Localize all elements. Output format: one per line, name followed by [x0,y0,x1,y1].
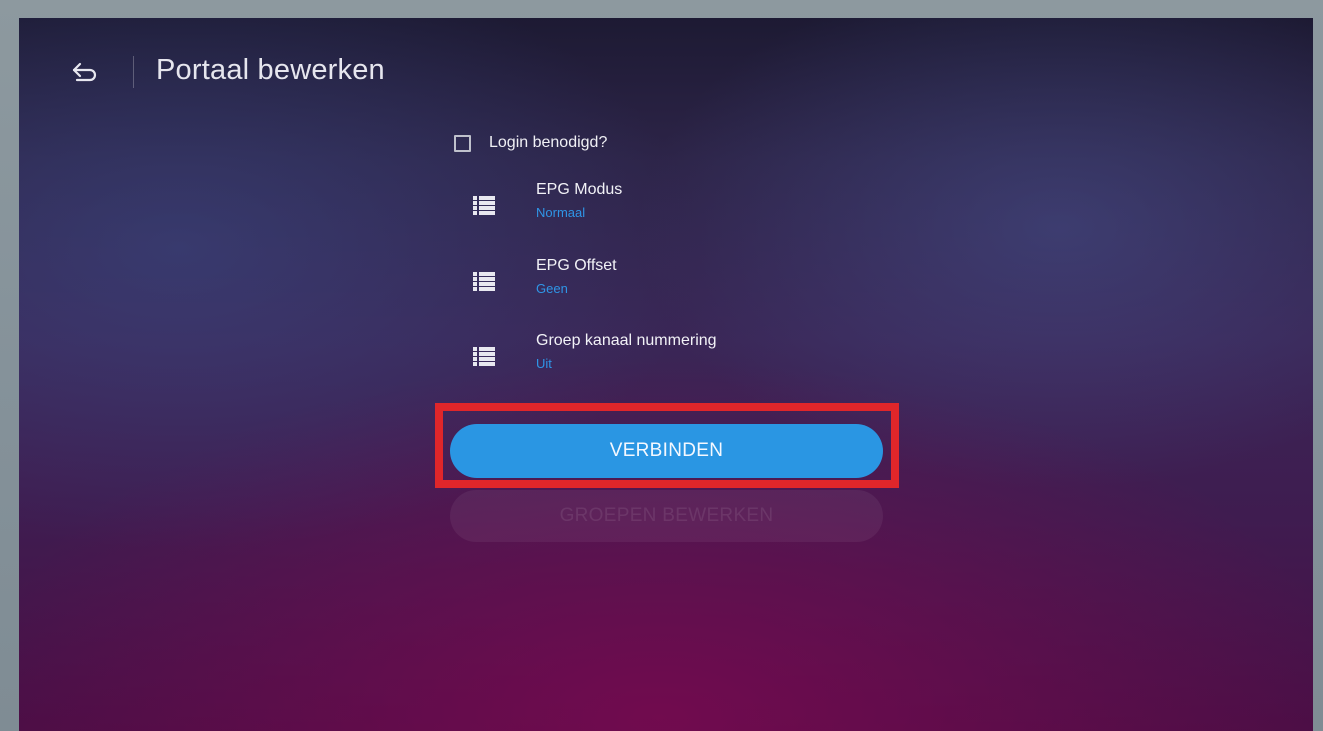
header: Portaal bewerken [19,18,1313,118]
setting-epg-mode[interactable]: EPG Modus Normaal [471,181,891,233]
setting-value: Geen [536,281,568,296]
setting-value: Normaal [536,205,586,220]
setting-title: EPG Offset [536,257,617,274]
setting-group-channel-numbering[interactable]: Groep kanaal nummering Uit [471,332,891,384]
login-required-checkbox-row[interactable]: Login benodigd? [454,130,607,156]
setting-epg-offset[interactable]: EPG Offset Geen [471,257,891,309]
back-arrow-icon [71,61,99,88]
tv-screen: Portaal bewerken Login benodigd? EPG Mod… [19,18,1313,731]
list-icon [471,193,497,219]
back-button[interactable] [67,56,103,92]
setting-title: Groep kanaal nummering [536,332,717,349]
connect-button[interactable]: VERBINDEN [450,424,883,478]
login-required-checkbox[interactable] [454,134,471,152]
edit-groups-button[interactable]: GROEPEN BEWERKEN [450,490,883,542]
setting-title: EPG Modus [536,181,623,198]
list-icon [471,344,497,370]
header-divider [133,56,134,88]
setting-value: Uit [536,356,552,371]
page-title: Portaal bewerken [156,54,385,86]
login-required-label: Login benodigd? [489,134,608,151]
outer-frame: Portaal bewerken Login benodigd? EPG Mod… [0,0,1323,731]
list-icon [471,269,497,295]
